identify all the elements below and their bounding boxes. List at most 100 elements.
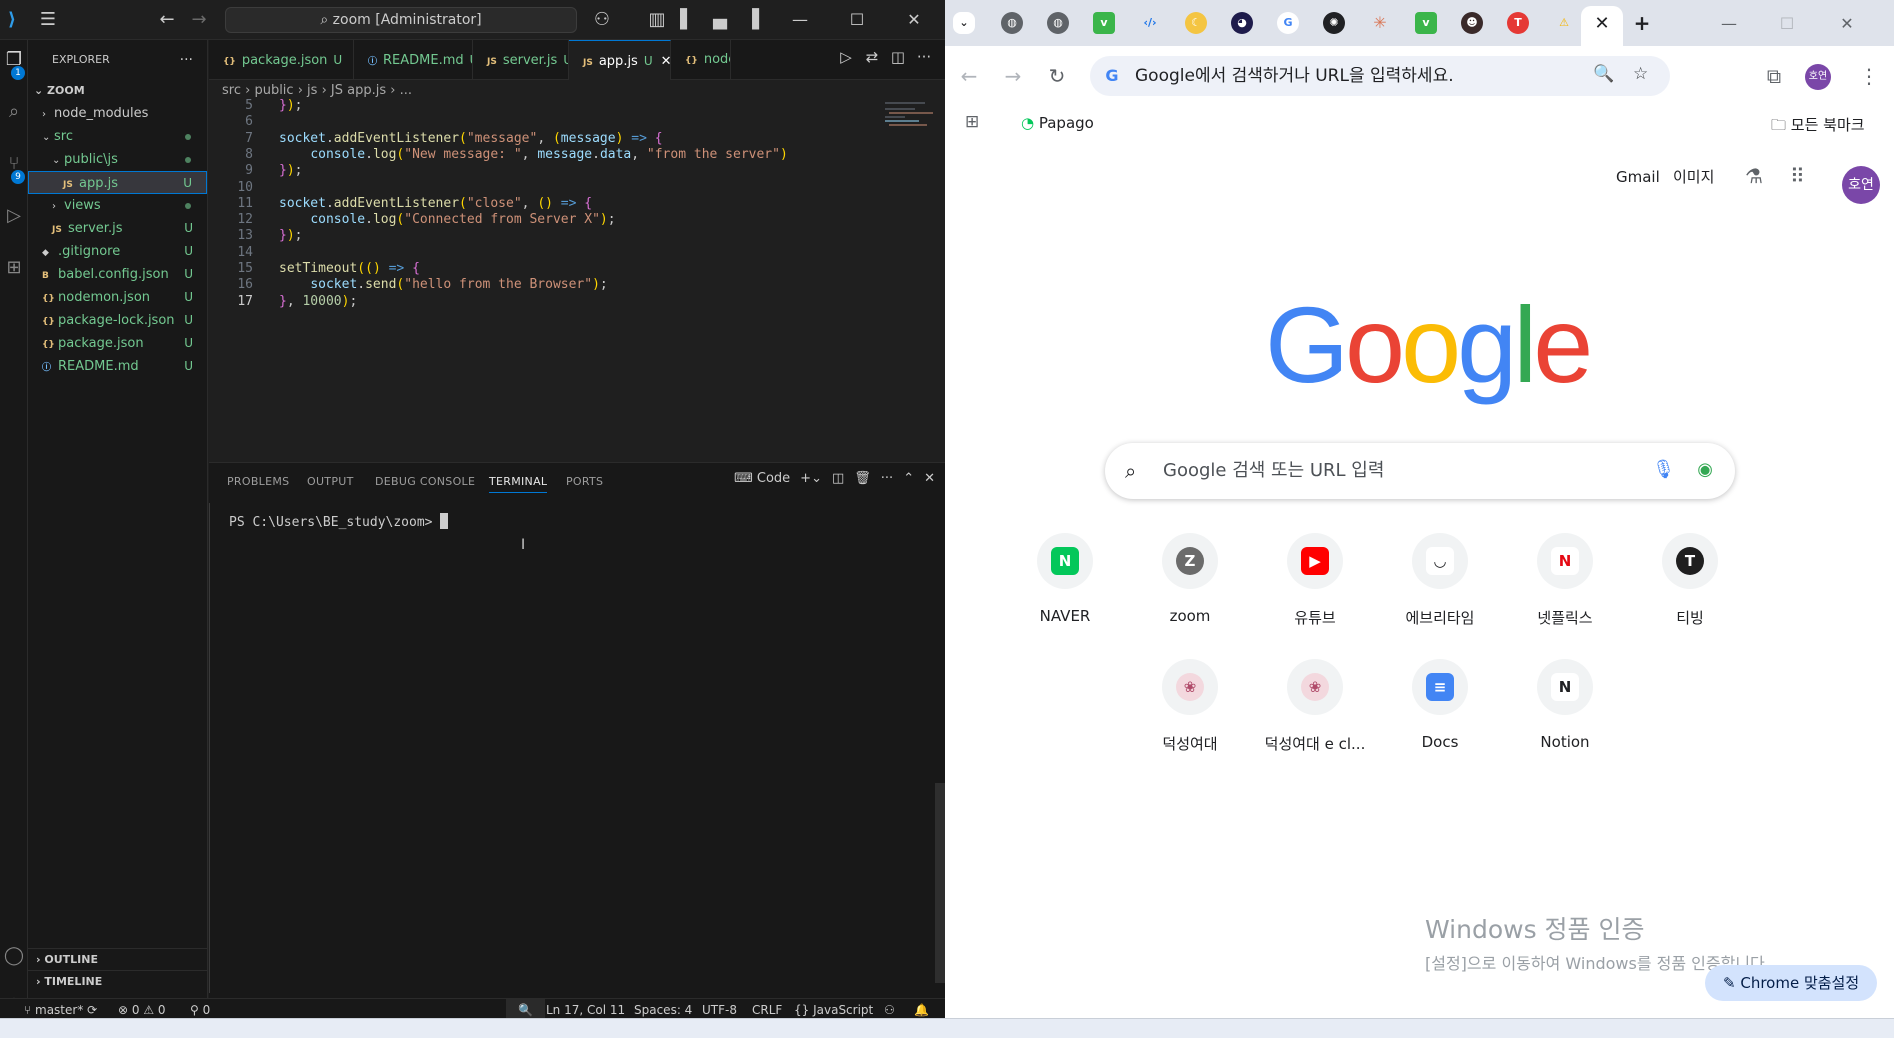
- reload-icon[interactable]: ↻: [1043, 62, 1071, 90]
- active-tab[interactable]: ✕: [1581, 6, 1623, 46]
- tab-problems[interactable]: PROBLEMS: [227, 475, 289, 488]
- chevron-up-icon[interactable]: ⌃: [903, 471, 914, 486]
- split-terminal-icon[interactable]: ◫: [832, 471, 844, 486]
- tab-favicon-t-icon[interactable]: T: [1507, 12, 1529, 34]
- close-panel-icon[interactable]: ✕: [924, 471, 935, 486]
- extensions-icon[interactable]: ⊞: [0, 252, 28, 284]
- tab-favicon-v-icon[interactable]: v: [1415, 12, 1437, 34]
- compare-icon[interactable]: ⇄: [859, 48, 885, 66]
- terminal-name[interactable]: Code: [757, 471, 790, 486]
- shortcut-tile[interactable]: N NAVER: [1005, 533, 1125, 625]
- tab-output[interactable]: OUTPUT: [307, 475, 354, 488]
- tab-favicon-app-icon[interactable]: ◕: [1231, 12, 1253, 34]
- search-icon[interactable]: ⌕: [0, 96, 28, 128]
- tab-favicon-globe-icon[interactable]: ◍: [1047, 12, 1069, 34]
- toggle-secondary-sidebar-icon[interactable]: ▐: [740, 8, 764, 32]
- tab-debug-console[interactable]: DEBUG CONSOLE: [375, 475, 475, 488]
- trash-icon[interactable]: 🗑: [854, 471, 871, 486]
- editor-tab[interactable]: JS app.js U ✕: [569, 40, 671, 80]
- toggle-sidebar-icon[interactable]: ▌: [675, 8, 699, 32]
- file-tree-item[interactable]: ⌄ public\js: [28, 148, 207, 171]
- layout-customize-icon[interactable]: ▥: [645, 8, 669, 32]
- file-tree-item[interactable]: {} package.json U: [28, 332, 207, 355]
- tab-favicon-openai-icon[interactable]: ✺: [1323, 12, 1345, 34]
- command-center-search[interactable]: ⌕ zoom [Administrator]: [225, 7, 577, 33]
- labs-flask-icon[interactable]: ⚗: [1745, 164, 1763, 188]
- tab-terminal[interactable]: TERMINAL: [489, 475, 548, 493]
- editor-tab[interactable]: ⓘREADME.mdU●: [354, 40, 473, 80]
- workspace-folder[interactable]: ⌄ ZOOM: [28, 80, 207, 102]
- more-icon[interactable]: ···: [881, 471, 893, 486]
- tab-favicon-code-icon[interactable]: ‹/›: [1139, 12, 1161, 34]
- shortcut-tile[interactable]: ❀ 덕성여대 e cl...: [1255, 659, 1375, 754]
- extensions-puzzle-icon[interactable]: ⧉: [1760, 62, 1788, 90]
- google-search-box[interactable]: ⌕ Google 검색 또는 URL 입력 🎙 ◉: [1105, 443, 1735, 499]
- close-icon[interactable]: ✕: [1835, 12, 1859, 36]
- tab-close-icon[interactable]: ✕: [1594, 13, 1609, 34]
- copilot-icon[interactable]: ⚇: [590, 8, 614, 32]
- terminal-scrollbar[interactable]: [935, 783, 945, 983]
- back-arrow-icon[interactable]: ←: [155, 8, 179, 32]
- file-tree-item[interactable]: › node_modules: [28, 102, 207, 125]
- file-tree-item[interactable]: JS server.js U: [28, 217, 207, 240]
- maximize-icon[interactable]: ☐: [845, 8, 869, 32]
- shortcut-tile[interactable]: ◡ 에브리타임: [1380, 533, 1500, 628]
- tab-ports[interactable]: PORTS: [566, 475, 603, 488]
- tab-favicon-warning-icon[interactable]: ⚠: [1553, 12, 1575, 34]
- file-tree-item[interactable]: › views: [28, 194, 207, 217]
- address-bar[interactable]: G Google에서 검색하거나 URL을 입력하세요. 🔍 ☆: [1090, 56, 1670, 96]
- editor-tab[interactable]: {} package.json U: [209, 40, 354, 80]
- shortcut-tile[interactable]: Zzoom: [1130, 533, 1250, 625]
- new-tab-icon[interactable]: +: [1631, 12, 1653, 34]
- apps-grid-icon[interactable]: ⊞: [965, 112, 979, 132]
- account-avatar[interactable]: 호연: [1842, 166, 1880, 204]
- customize-chrome-button[interactable]: ✎ Chrome 맞춤설정: [1705, 965, 1878, 1001]
- split-editor-icon[interactable]: ◫: [885, 48, 911, 66]
- code-line[interactable]: 17}, 10000);: [209, 292, 929, 312]
- back-arrow-icon[interactable]: ←: [955, 62, 983, 90]
- bookmark-papago[interactable]: ◔ Papago: [1021, 114, 1094, 132]
- menu-icon[interactable]: ☰: [36, 8, 60, 32]
- shortcut-tile[interactable]: N Notion: [1505, 659, 1625, 751]
- tab-favicon-claude-icon[interactable]: ✳: [1369, 12, 1391, 34]
- account-icon[interactable]: ◯: [0, 940, 28, 972]
- file-tree-item[interactable]: ⌄ src: [28, 125, 207, 148]
- forward-arrow-icon[interactable]: →: [999, 62, 1027, 90]
- shortcut-tile[interactable]: N 넷플릭스: [1505, 533, 1625, 628]
- editor-tab[interactable]: JSserver.jsU: [473, 40, 569, 80]
- all-bookmarks[interactable]: 🗀 모든 북마크: [1771, 114, 1865, 140]
- new-terminal-icon[interactable]: +⌄: [800, 471, 822, 486]
- tab-favicon-google-icon[interactable]: G: [1277, 12, 1299, 34]
- bookmark-star-icon[interactable]: ☆: [1633, 64, 1648, 84]
- minimize-icon[interactable]: —: [1717, 12, 1741, 36]
- timeline-section[interactable]: › TIMELINE: [28, 970, 208, 992]
- shortcut-tile[interactable]: ▶ 유튜브: [1255, 533, 1375, 628]
- images-link[interactable]: 이미지: [1673, 166, 1714, 187]
- run-icon[interactable]: ▷: [833, 48, 859, 66]
- tab-search-icon[interactable]: ⌄: [953, 12, 975, 34]
- editor-tab[interactable]: {} node: [671, 40, 731, 80]
- file-tree-item[interactable]: Bbabel.config.json U: [28, 263, 207, 286]
- file-tree-item[interactable]: ◆ .gitignore U: [28, 240, 207, 263]
- toggle-panel-icon[interactable]: ▄: [708, 8, 732, 32]
- terminal-prompt-line[interactable]: PS C:\Users\BE_study\zoom>: [229, 513, 449, 530]
- gmail-link[interactable]: Gmail: [1616, 168, 1660, 186]
- file-tree-item[interactable]: JS app.js U: [28, 171, 207, 194]
- zoom-lens-icon[interactable]: 🔍: [1593, 64, 1614, 84]
- file-tree-item[interactable]: ⓘ README.md U: [28, 355, 207, 378]
- tab-favicon-globe-icon[interactable]: ◍: [1001, 12, 1023, 34]
- kebab-menu-icon[interactable]: ⋮: [1855, 62, 1883, 90]
- microphone-icon[interactable]: 🎙: [1652, 459, 1675, 480]
- outline-section[interactable]: › OUTLINE: [28, 948, 208, 970]
- minimize-icon[interactable]: —: [788, 8, 812, 32]
- shortcut-tile[interactable]: ≡ Docs: [1380, 659, 1500, 751]
- shortcut-tile[interactable]: T 티빙: [1630, 533, 1750, 628]
- forward-arrow-icon[interactable]: →: [187, 8, 211, 32]
- tab-favicon-moon-icon[interactable]: ☾: [1185, 12, 1207, 34]
- minimap[interactable]: [885, 102, 935, 162]
- code-editor[interactable]: 5}); 6 7 socket.addEventListener("message",…: [209, 98, 945, 462]
- tab-close-icon[interactable]: ✕: [661, 54, 670, 69]
- profile-avatar[interactable]: 호연: [1805, 64, 1831, 90]
- apps-grid-icon[interactable]: ⠿: [1790, 164, 1805, 188]
- close-icon[interactable]: ✕: [902, 8, 926, 32]
